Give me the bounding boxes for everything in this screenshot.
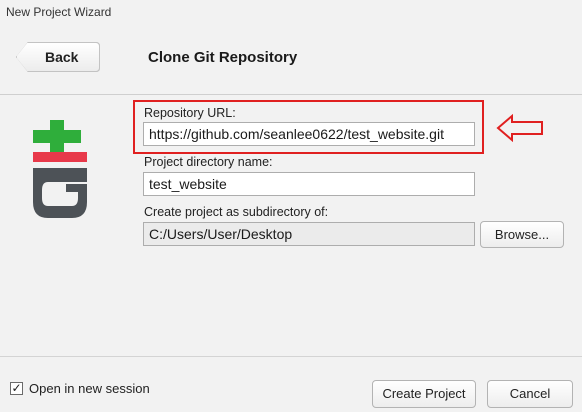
checkmark-icon: ✓ bbox=[11, 381, 22, 395]
browse-button[interactable]: Browse... bbox=[480, 221, 564, 248]
cancel-button[interactable]: Cancel bbox=[487, 380, 573, 408]
window-title: New Project Wizard bbox=[0, 0, 582, 24]
wizard-header: Back Clone Git Repository bbox=[0, 24, 582, 95]
git-logo bbox=[33, 120, 87, 218]
subdirectory-input[interactable]: C:/Users/User/Desktop bbox=[143, 222, 475, 246]
open-in-new-session-checkbox[interactable]: ✓ bbox=[10, 382, 23, 395]
open-in-new-session-label: Open in new session bbox=[29, 381, 150, 396]
new-project-wizard-window: New Project Wizard Back Clone Git Reposi… bbox=[0, 0, 582, 412]
page-title: Clone Git Repository bbox=[148, 49, 298, 66]
project-directory-name-label: Project directory name: bbox=[144, 155, 273, 169]
annotation-arrow-icon bbox=[496, 114, 543, 142]
subdirectory-label: Create project as subdirectory of: bbox=[144, 205, 329, 219]
create-project-button[interactable]: Create Project bbox=[372, 380, 476, 408]
footer-divider bbox=[0, 356, 582, 357]
back-button[interactable]: Back bbox=[16, 42, 100, 72]
annotation-highlight-box bbox=[133, 100, 484, 154]
project-directory-name-input[interactable]: test_website bbox=[143, 172, 475, 196]
